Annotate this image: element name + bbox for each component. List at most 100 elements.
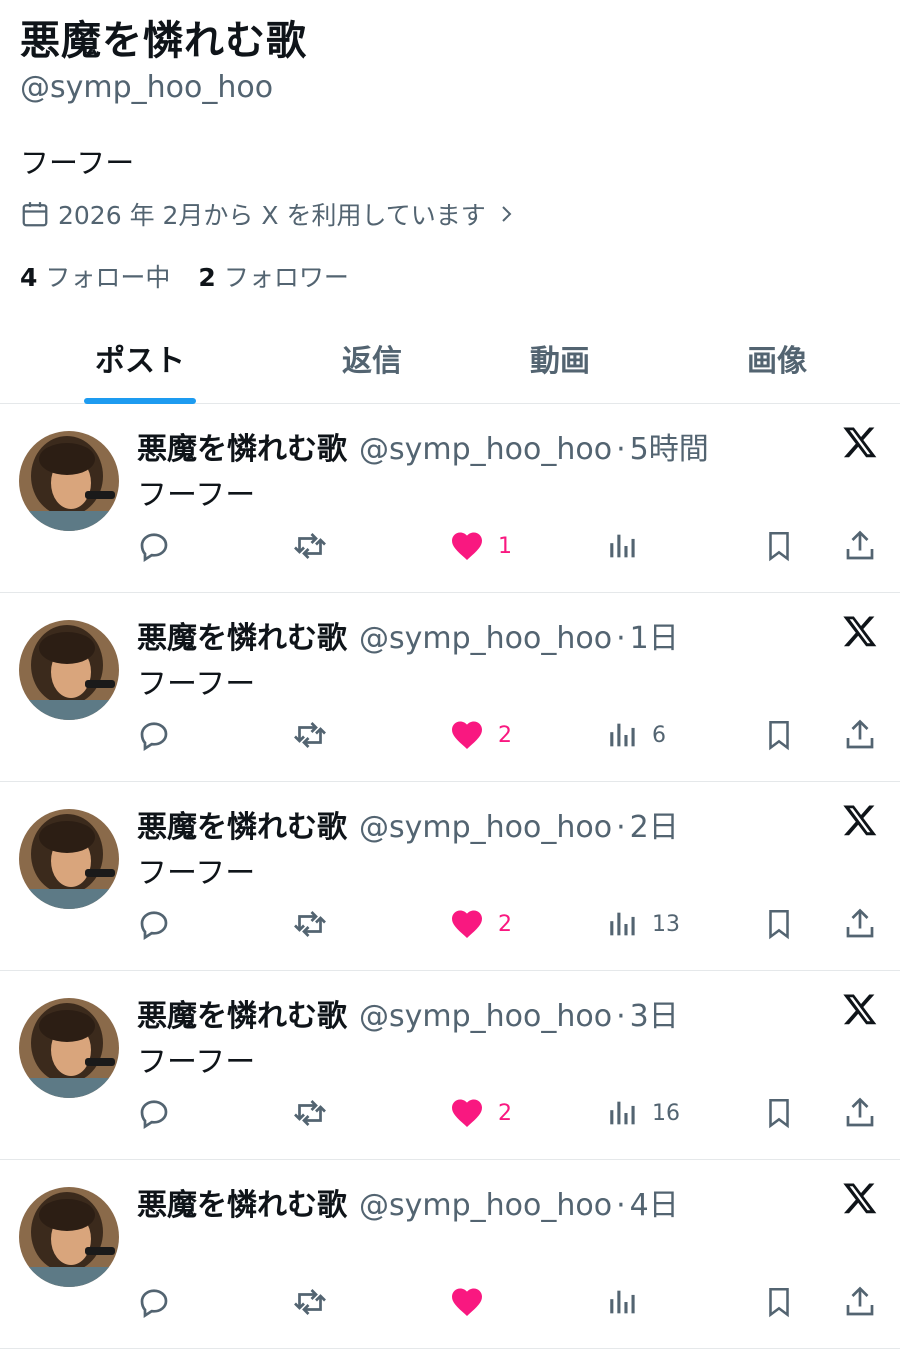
post-text: フーフー	[137, 478, 256, 513]
post-separator: ·	[616, 810, 626, 845]
post-timestamp[interactable]: 5時間	[630, 424, 709, 468]
reply-button[interactable]	[136, 1091, 172, 1135]
chevron-right-icon	[494, 199, 518, 229]
post-actions: 1	[0, 524, 900, 568]
joined-date-row[interactable]: 2026 年 2月から X を利用しています	[20, 196, 518, 232]
views-button[interactable]: 6	[606, 713, 666, 757]
share-icon	[842, 906, 878, 942]
repost-button[interactable]	[290, 1091, 330, 1135]
post-actions: 2 13	[0, 902, 900, 946]
reply-button[interactable]	[136, 713, 172, 757]
follow-stats: 4 フォロー中 2 フォロワー	[20, 258, 349, 294]
bookmark-button[interactable]	[762, 1280, 796, 1324]
share-button[interactable]	[842, 1091, 878, 1135]
like-count: 2	[498, 722, 512, 748]
profile-tabs: ポスト 返信 動画 画像	[0, 312, 900, 404]
heart-icon	[448, 528, 486, 564]
post[interactable]: 悪魔を憐れむ歌 @symp_hoo_hoo · 4日	[0, 1160, 900, 1349]
post[interactable]: 悪魔を憐れむ歌 @symp_hoo_hoo · 3日 フーフー 2 16	[0, 971, 900, 1160]
share-button[interactable]	[842, 524, 878, 568]
share-button[interactable]	[842, 1280, 878, 1324]
like-button[interactable]: 2	[448, 1091, 512, 1135]
post-author-handle[interactable]: @symp_hoo_hoo	[359, 432, 612, 467]
repost-button[interactable]	[290, 902, 330, 946]
views-icon	[606, 528, 640, 564]
share-icon	[842, 717, 878, 753]
repost-icon	[290, 1284, 330, 1320]
views-button[interactable]	[606, 1280, 652, 1324]
share-icon	[842, 528, 878, 564]
view-count: 13	[652, 911, 680, 937]
post-actions: 2 6	[0, 713, 900, 757]
views-icon	[606, 906, 640, 942]
heart-icon	[448, 1284, 486, 1320]
calendar-icon	[20, 199, 50, 229]
post[interactable]: 悪魔を憐れむ歌 @symp_hoo_hoo · 1日 フーフー 2 6	[0, 593, 900, 782]
views-button[interactable]: 16	[606, 1091, 680, 1135]
post-header: 悪魔を憐れむ歌 @symp_hoo_hoo · 2日	[137, 802, 679, 846]
post-author-name[interactable]: 悪魔を憐れむ歌	[137, 991, 347, 1035]
views-icon	[606, 717, 640, 753]
followers-label: フォロワー	[223, 263, 349, 292]
x-logo-icon	[842, 991, 878, 1027]
avatar[interactable]	[19, 620, 119, 720]
post-author-name[interactable]: 悪魔を憐れむ歌	[137, 613, 347, 657]
tab-images[interactable]: 画像	[677, 312, 877, 404]
bookmark-button[interactable]	[762, 902, 796, 946]
following-link[interactable]: 4 フォロー中	[20, 258, 170, 294]
repost-icon	[290, 528, 330, 564]
bookmark-button[interactable]	[762, 524, 796, 568]
post-timestamp[interactable]: 3日	[630, 991, 679, 1035]
repost-icon	[290, 1095, 330, 1131]
bookmark-icon	[762, 1284, 796, 1320]
post-separator: ·	[616, 1188, 626, 1223]
avatar[interactable]	[19, 998, 119, 1098]
reply-button[interactable]	[136, 902, 172, 946]
avatar[interactable]	[19, 809, 119, 909]
heart-icon	[448, 717, 486, 753]
repost-button[interactable]	[290, 1280, 330, 1324]
followers-link[interactable]: 2 フォロワー	[198, 258, 348, 294]
tab-posts[interactable]: ポスト	[40, 312, 240, 404]
reply-icon	[136, 717, 172, 753]
bookmark-button[interactable]	[762, 713, 796, 757]
reply-button[interactable]	[136, 1280, 172, 1324]
like-button[interactable]	[448, 1280, 498, 1324]
x-logo-icon	[842, 424, 878, 460]
repost-button[interactable]	[290, 713, 330, 757]
post-author-handle[interactable]: @symp_hoo_hoo	[359, 621, 612, 656]
views-button[interactable]: 13	[606, 902, 680, 946]
like-button[interactable]: 2	[448, 713, 512, 757]
bookmark-button[interactable]	[762, 1091, 796, 1135]
tab-videos[interactable]: 動画	[460, 312, 660, 404]
post-text: フーフー	[137, 856, 256, 891]
share-button[interactable]	[842, 902, 878, 946]
share-button[interactable]	[842, 713, 878, 757]
reply-button[interactable]	[136, 524, 172, 568]
post-author-name[interactable]: 悪魔を憐れむ歌	[137, 1180, 347, 1224]
post-timestamp[interactable]: 1日	[630, 613, 679, 657]
reply-icon	[136, 1284, 172, 1320]
avatar[interactable]	[19, 431, 119, 531]
like-button[interactable]: 1	[448, 524, 512, 568]
post-author-handle[interactable]: @symp_hoo_hoo	[359, 810, 612, 845]
avatar[interactable]	[19, 1187, 119, 1287]
post-author-name[interactable]: 悪魔を憐れむ歌	[137, 802, 347, 846]
views-button[interactable]	[606, 524, 652, 568]
post-timestamp[interactable]: 4日	[630, 1180, 679, 1224]
post-author-handle[interactable]: @symp_hoo_hoo	[359, 999, 612, 1034]
profile-bio: フーフー	[20, 146, 135, 180]
post-actions	[0, 1280, 900, 1324]
post-author-name[interactable]: 悪魔を憐れむ歌	[137, 424, 347, 468]
post[interactable]: 悪魔を憐れむ歌 @symp_hoo_hoo · 5時間 フーフー 1	[0, 404, 900, 593]
post-author-handle[interactable]: @symp_hoo_hoo	[359, 1188, 612, 1223]
tab-replies[interactable]: 返信	[272, 312, 472, 404]
like-count: 1	[498, 533, 512, 559]
post-header: 悪魔を憐れむ歌 @symp_hoo_hoo · 5時間	[137, 424, 709, 468]
post[interactable]: 悪魔を憐れむ歌 @symp_hoo_hoo · 2日 フーフー 2 13	[0, 782, 900, 971]
repost-button[interactable]	[290, 524, 330, 568]
post-timestamp[interactable]: 2日	[630, 802, 679, 846]
following-count: 4	[20, 263, 38, 292]
like-button[interactable]: 2	[448, 902, 512, 946]
bookmark-icon	[762, 1095, 796, 1131]
